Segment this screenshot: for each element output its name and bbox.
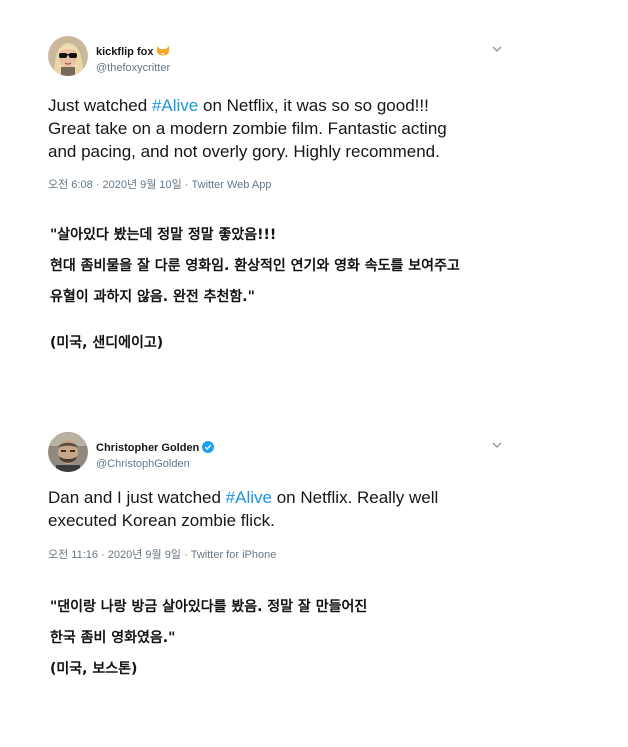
tweet-timestamp[interactable]: 오전 6:08 · 2020년 9월 10일 · Twitter Web App (48, 176, 271, 192)
location-label: (미국, 보스톤) (50, 661, 138, 677)
display-name-text: kickflip fox (96, 46, 154, 58)
user-handle[interactable]: @thefoxycritter (96, 62, 170, 74)
tweet-timestamp[interactable]: 오전 11:16 · 2020년 9월 9일 · Twitter for iPh… (48, 546, 276, 562)
tweet-text-line: Dan and I just watched #Alive on Netflix… (48, 488, 439, 507)
tweet-text: Dan and I just watched #Alive on Netflix… (48, 486, 438, 532)
tweet-text: Just watched #Alive on Netflix, it was s… (48, 94, 447, 163)
user-names: Christopher Golden @ChristophGolden (96, 438, 215, 470)
location-label: (미국, 샌디에이고) (50, 335, 164, 351)
fox-emoji-icon (156, 45, 170, 59)
hashtag-link[interactable]: #Alive (152, 96, 198, 115)
avatar[interactable] (48, 36, 88, 76)
chevron-down-icon[interactable] (490, 438, 504, 452)
tweet-text-line: executed Korean zombie flick. (48, 511, 275, 530)
display-name[interactable]: Christopher Golden (96, 440, 215, 456)
translation-line: "살아있다 봤는데 정말 정말 좋았음!!! (50, 227, 277, 243)
user-handle[interactable]: @ChristophGolden (96, 458, 214, 470)
translation-line: "댄이랑 나랑 방금 살아있다를 봤음. 정말 잘 만들어진 (50, 599, 368, 615)
verified-icon (202, 440, 215, 456)
display-name[interactable]: kickflip fox (96, 45, 170, 59)
translation-line: 현대 좀비물을 잘 다룬 영화임. 환상적인 연기와 영화 속도를 보여주고 (50, 258, 460, 274)
avatar[interactable] (48, 432, 88, 472)
translation-line: 유혈이 과하지 않음. 완전 추천함." (50, 289, 255, 305)
user-names: kickflip fox @thefoxycritter (96, 42, 170, 74)
tweet-text-line: Great take on a modern zombie film. Fant… (48, 119, 447, 138)
translation-line: 한국 좀비 영화였음." (50, 630, 176, 646)
display-name-text: Christopher Golden (96, 442, 200, 454)
hashtag-link[interactable]: #Alive (226, 488, 272, 507)
tweet-text-line: Just watched #Alive on Netflix, it was s… (48, 96, 429, 115)
tweet-text-line: and pacing, and not overly gory. Highly … (48, 142, 440, 161)
chevron-down-icon[interactable] (490, 42, 504, 56)
